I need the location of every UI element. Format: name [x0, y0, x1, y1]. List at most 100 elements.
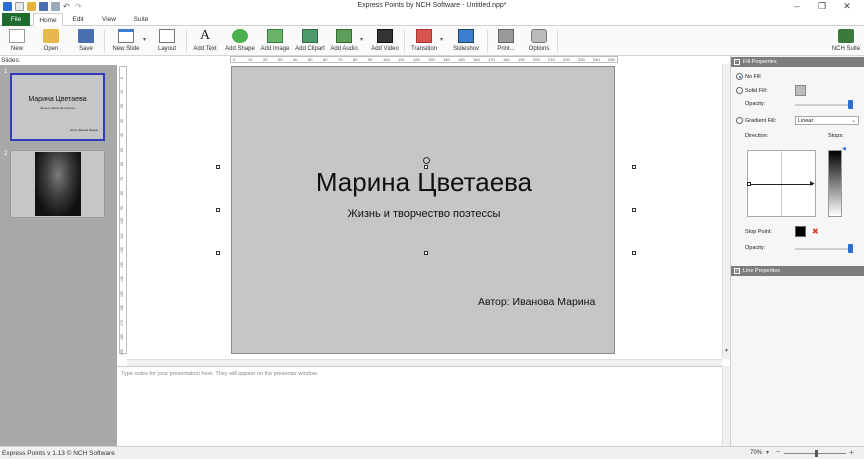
add-video-button[interactable]: Add Video	[369, 26, 401, 56]
stop-opacity-slider-thumb[interactable]	[848, 244, 853, 253]
new-slide-dropdown-icon[interactable]: ▾	[143, 36, 146, 43]
stop-opacity-slider[interactable]	[795, 248, 853, 250]
direction-picker[interactable]: ▶	[747, 150, 816, 217]
slide-thumbnail-1[interactable]: Марина Цветаева Жизнь и творчество поэте…	[10, 73, 105, 141]
resize-handle[interactable]	[632, 165, 636, 169]
gradient-fill-label: Gradient Fill:	[745, 118, 777, 124]
layout-button[interactable]: Layout	[152, 26, 182, 56]
ruler-tick-label: 40	[293, 57, 298, 62]
zoom-in-icon[interactable]: +	[849, 448, 854, 457]
ruler-tick-label: 20	[120, 104, 124, 108]
resize-handle[interactable]	[216, 165, 220, 169]
slide-canvas[interactable]: Марина Цветаева Жизнь и творчество поэте…	[231, 66, 615, 354]
open-button[interactable]: Open	[36, 26, 66, 56]
gradient-stops-bar[interactable]	[828, 150, 842, 217]
scroll-down-icon[interactable]: ▼	[724, 348, 729, 354]
audio-icon	[336, 29, 352, 43]
resize-handle[interactable]	[632, 208, 636, 212]
layout-icon	[159, 29, 175, 43]
direction-arrow[interactable]	[749, 184, 813, 185]
line-properties-header[interactable]: + Line Properties	[731, 266, 864, 276]
zoom-out-icon[interactable]: −	[776, 449, 780, 456]
gradient-fill-radio[interactable]	[736, 117, 743, 124]
slide-author[interactable]: Автор: Иванова Марина	[478, 296, 595, 308]
zoom-dropdown-icon[interactable]: ▾	[766, 449, 769, 456]
transition-dropdown-icon[interactable]: ▾	[440, 36, 443, 43]
resize-handle[interactable]	[632, 251, 636, 255]
ruler-tick-label: 150	[458, 57, 465, 62]
zoom-level[interactable]: 70%	[750, 450, 762, 456]
notes-area[interactable]: Type notes for your presentation here. T…	[117, 366, 729, 446]
ruler-tick-label: 200	[533, 57, 540, 62]
add-audio-button[interactable]: Add Audio	[328, 26, 360, 56]
minimize-icon[interactable]: –	[788, 1, 806, 12]
resize-handle[interactable]	[424, 165, 428, 169]
ruler-tick-label: 160	[473, 57, 480, 62]
add-image-button[interactable]: Add Image	[259, 26, 291, 56]
ruler-tick-label: 120	[120, 247, 124, 253]
tab-file[interactable]: File	[2, 13, 30, 26]
clipart-icon	[302, 29, 318, 43]
slide-number: 1	[4, 69, 8, 75]
window-title: Express Points by NCH Software - Untitle…	[357, 2, 507, 9]
stop-color-swatch[interactable]	[795, 226, 806, 237]
slideshow-button[interactable]: Slideshov	[449, 26, 483, 56]
rotate-handle[interactable]	[423, 157, 430, 164]
ruler-tick-label: 110	[398, 57, 405, 62]
save-button[interactable]: Save	[71, 26, 101, 56]
stop-point-label: Stop Point:	[745, 229, 772, 235]
ruler-tick-label: 0	[120, 77, 124, 79]
solid-fill-label: Solid Fill:	[745, 88, 768, 94]
resize-handle[interactable]	[216, 208, 220, 212]
delete-stop-icon[interactable]: ✖	[812, 227, 819, 236]
print-button[interactable]: Print...	[491, 26, 521, 56]
ruler-tick-label: 160	[120, 305, 124, 311]
new-button[interactable]: New	[2, 26, 32, 56]
stop-marker-icon[interactable]: ◀	[842, 146, 846, 152]
fill-properties-header[interactable]: − Fill Properties	[731, 57, 864, 67]
new-slide-button[interactable]: New Slide	[108, 26, 144, 56]
canvas-hscrollbar[interactable]	[127, 359, 722, 366]
solid-fill-color-swatch[interactable]	[795, 85, 806, 96]
tab-edit[interactable]: Edit	[66, 13, 90, 26]
add-audio-dropdown-icon[interactable]: ▾	[360, 36, 363, 43]
tab-suite[interactable]: Suite	[128, 13, 154, 26]
add-clipart-button[interactable]: Add Clipart	[294, 26, 326, 56]
nch-suite-button[interactable]: NCH Suite	[830, 26, 862, 56]
slide-subtitle[interactable]: Жизнь и творчество поэтессы	[232, 208, 616, 220]
ruler-tick-label: 50	[308, 57, 313, 62]
slide-title[interactable]: Марина Цветаева	[232, 167, 616, 198]
options-button[interactable]: Options	[524, 26, 554, 56]
resize-handle[interactable]	[216, 251, 220, 255]
close-icon[interactable]: ✕	[838, 1, 856, 12]
add-shape-button[interactable]: Add Shape	[224, 26, 256, 56]
ruler-tick-label: 50	[120, 147, 124, 152]
collapse-icon[interactable]: −	[734, 59, 740, 65]
tab-view[interactable]: View	[97, 13, 121, 26]
thumb-author: Автор: Иванова Марина	[70, 129, 98, 132]
transition-button[interactable]: Transition	[407, 26, 441, 56]
ruler-tick-label: 30	[120, 118, 124, 123]
ruler-tick-label: 80	[120, 191, 124, 195]
direction-start-point[interactable]	[747, 182, 751, 186]
opacity-slider[interactable]	[795, 104, 853, 106]
solid-fill-radio[interactable]	[736, 87, 743, 94]
expand-icon[interactable]: +	[734, 268, 740, 274]
title-bar: ↶ ↷ Express Points by NCH Software - Unt…	[0, 0, 864, 13]
opacity-slider-thumb[interactable]	[848, 100, 853, 109]
maximize-icon[interactable]: ❐	[813, 1, 831, 12]
ruler-left: 0 10 20 30 40 50 60 70 80 90 100 110 120 130 140 150 160…	[119, 66, 127, 355]
ruler-tick-label: 70	[120, 176, 124, 181]
ruler-tick-label: 90	[368, 57, 373, 62]
tab-home[interactable]: Home	[33, 13, 63, 27]
no-fill-radio[interactable]	[736, 73, 743, 80]
canvas-scrollbar[interactable]: ▼	[722, 64, 730, 359]
add-text-button[interactable]: A Add Text	[190, 26, 220, 56]
notes-scrollbar[interactable]	[722, 366, 730, 446]
printer-icon	[498, 29, 514, 43]
resize-handle[interactable]	[424, 251, 428, 255]
slide-thumbnail-2[interactable]	[10, 150, 105, 218]
zoom-slider-thumb[interactable]	[815, 450, 818, 457]
gradient-type-select[interactable]: Linear ⌄	[795, 116, 859, 125]
thumb-title: Марина Цветаева	[28, 96, 87, 103]
